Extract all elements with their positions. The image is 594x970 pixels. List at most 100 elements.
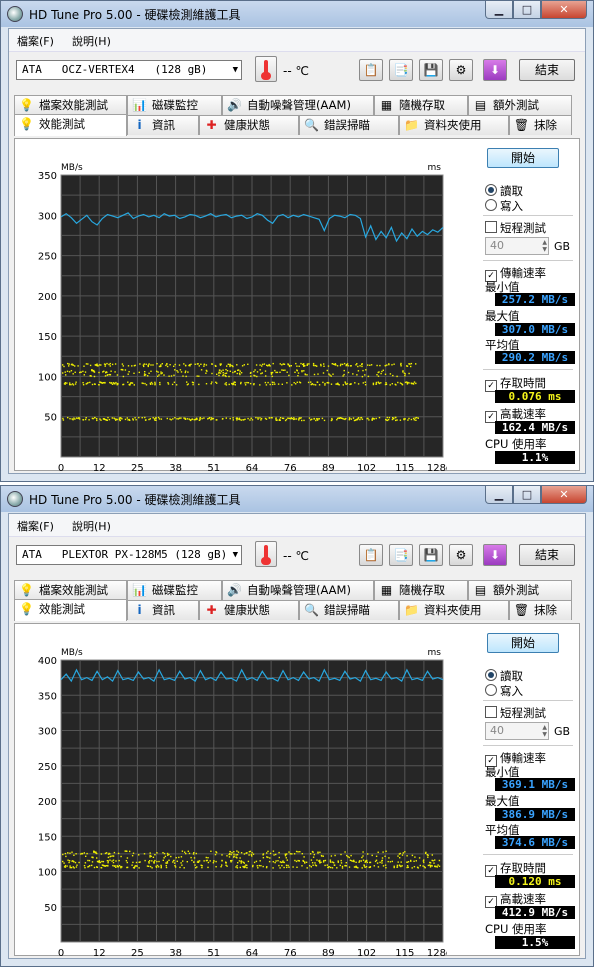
copy-screenshot-button[interactable]: 📑 [389,59,413,81]
save-button[interactable]: 💾 [419,59,443,81]
tab-benchmark[interactable]: 💡 效能測試 [14,599,127,621]
read-radio[interactable]: 讀取 [485,668,523,684]
minimize-button[interactable]: ▁ [485,486,513,504]
size-spinner[interactable]: 40 ▲ ▼ [485,237,549,255]
access-time-dot [304,365,306,367]
temperature-value: -- ℃ [283,64,309,78]
tab-disk-monitor[interactable]: 📊 磁碟監控 [127,580,222,600]
access-time-dot [210,383,212,385]
tab-file-benchmark[interactable]: 💡 檔案效能測試 [14,580,127,600]
access-time-dot [85,363,88,365]
access-time-dot [166,363,168,365]
access-time-dot [114,371,116,373]
access-time-dot [225,368,227,371]
access-time-dot [165,866,168,869]
maximize-button[interactable]: □ [513,486,541,504]
download-button[interactable]: ⬇ [483,59,507,81]
tab-folder-usage[interactable]: 📁 資料夾使用 [399,115,509,135]
read-radio[interactable]: 讀取 [485,183,523,199]
options-button[interactable]: ⚙ [449,544,473,566]
access-time-dot [116,374,119,376]
exit-button[interactable]: 結束 [519,544,575,566]
size-spinner[interactable]: 40 ▲ ▼ [485,722,549,740]
access-time-dot [314,384,317,386]
copy-info-button[interactable]: 📋 [359,59,383,81]
start-button[interactable]: 開始 [487,148,559,168]
tab-aam[interactable]: 🔊 自動噪聲管理(AAM) [222,580,374,600]
short-test-checkbox[interactable]: 短程測試 [485,705,546,721]
access-time-dot [108,363,110,366]
access-time-dot [68,365,70,367]
title-bar[interactable]: HD Tune Pro 5.00 - 硬碟檢測維護工具 ▁ □ ✕ [1,486,593,512]
access-time-dot [120,867,122,869]
drive-select-value: ATA PLEXTOR PX-128M5 (128 gB) [22,548,228,561]
tab-error-scan[interactable]: 🔍 錯誤掃瞄 [299,115,399,135]
copy-screenshot-button[interactable]: 📑 [389,544,413,566]
access-time-dot [96,418,98,420]
menu-file[interactable]: 檔案(F) [17,518,54,534]
download-button[interactable]: ⬇ [483,544,507,566]
close-button[interactable]: ✕ [541,1,587,19]
tab-erase[interactable]: 🗑 抹除 [509,600,572,620]
access-time-dot [176,418,178,420]
access-time-dot [169,364,171,366]
access-time-dot [294,859,296,862]
write-radio[interactable]: 寫入 [485,198,523,214]
x-tick-label: 89 [322,463,335,473]
access-time-dot [342,384,344,386]
tab-extra-tests[interactable]: ▤ 額外測試 [468,580,572,600]
access-time-dot [225,375,227,378]
close-button[interactable]: ✕ [541,486,587,504]
access-time-dot [248,854,250,856]
access-time-dot [400,861,402,863]
tab-health[interactable]: ✚ 健康狀態 [199,115,299,135]
tab-benchmark[interactable]: 💡 效能測試 [14,114,127,136]
short-test-checkbox[interactable]: 短程測試 [485,220,546,236]
access-time-dot [87,866,89,868]
tab-extra-tests[interactable]: ▤ 額外測試 [468,95,572,115]
access-time-dot [147,364,150,366]
access-time-dot [312,856,315,858]
minimize-button[interactable]: ▁ [485,1,513,19]
access-time-dot [72,419,74,421]
access-time-dot [222,372,224,374]
tab-random-access[interactable]: ▦ 隨機存取 [374,580,468,600]
tab-error-scan[interactable]: 🔍 錯誤掃瞄 [299,600,399,620]
access-time-dot [106,362,108,365]
save-button[interactable]: 💾 [419,544,443,566]
maximize-button[interactable]: □ [513,1,541,19]
access-time-dot [235,854,237,856]
copy-icon: 📋 [363,548,379,562]
tab-health[interactable]: ✚ 健康狀態 [199,600,299,620]
menu-help[interactable]: 說明(H) [72,33,111,49]
menu-help[interactable]: 說明(H) [72,518,111,534]
tab-random-access[interactable]: ▦ 隨機存取 [374,95,468,115]
tab-erase[interactable]: 🗑 抹除 [509,115,572,135]
tab-file-benchmark[interactable]: 💡 檔案效能測試 [14,95,127,115]
write-radio[interactable]: 寫入 [485,683,523,699]
tab-disk-monitor[interactable]: 📊 磁碟監控 [127,95,222,115]
access-time-dot [348,856,350,859]
access-time-dot [121,363,124,365]
tab-folder-usage[interactable]: 📁 資料夾使用 [399,600,509,620]
start-button[interactable]: 開始 [487,633,559,653]
options-button[interactable]: ⚙ [449,59,473,81]
access-time-dot [230,853,232,856]
tab-info[interactable]: i 資訊 [127,115,199,135]
tab-aam[interactable]: 🔊 自動噪聲管理(AAM) [222,95,374,115]
title-bar[interactable]: HD Tune Pro 5.00 - 硬碟檢測維護工具 ▁ □ ✕ [1,1,593,27]
access-time-dot [369,866,372,868]
copy-info-button[interactable]: 📋 [359,544,383,566]
tab-info[interactable]: i 資訊 [127,600,199,620]
drive-select[interactable]: ATA OCZ-VERTEX4 (128 gB) ▼ [16,60,242,80]
menu-file[interactable]: 檔案(F) [17,33,54,49]
access-time-dot [315,418,318,420]
access-time-dot [335,383,337,385]
access-time-dot [272,383,274,386]
access-time-dot [397,381,399,384]
access-time-dot [181,864,183,866]
exit-button[interactable]: 結束 [519,59,575,81]
access-time-dot [331,867,334,869]
access-time-dot [247,382,250,384]
drive-select[interactable]: ATA PLEXTOR PX-128M5 (128 gB) ▼ [16,545,242,565]
